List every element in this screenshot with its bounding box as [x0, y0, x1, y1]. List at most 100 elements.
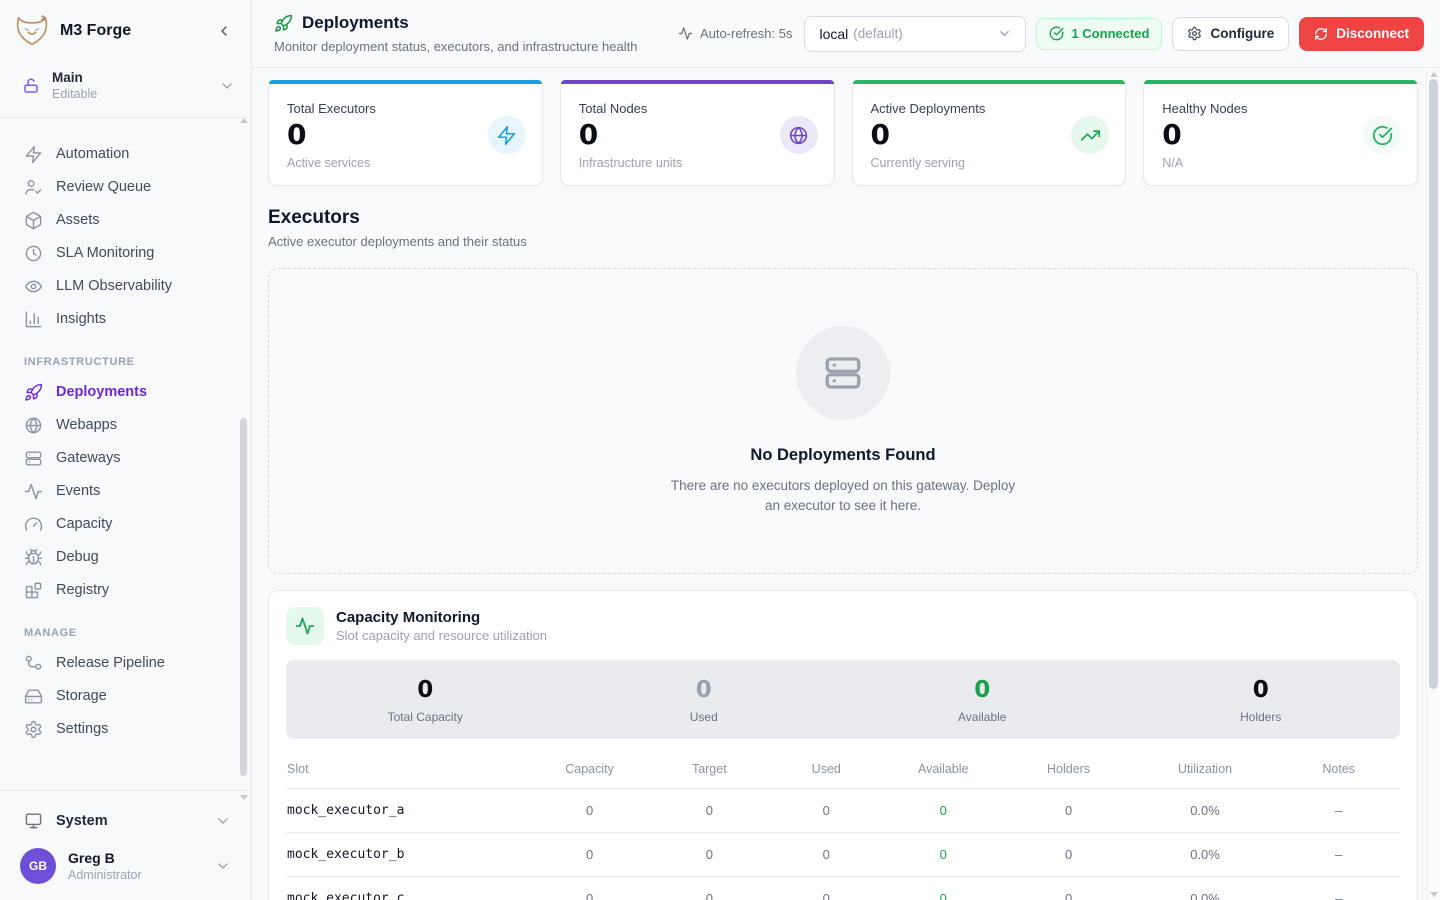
- capacity-stats: 0 Total Capacity 0 Used 0 Available 0 Ho…: [286, 660, 1400, 739]
- main-content: Total Executors 0 Active services Total …: [252, 68, 1440, 900]
- page-header: Deployments Monitor deployment status, e…: [252, 0, 1440, 68]
- cell-slot: mock_executor_c: [286, 877, 531, 900]
- stat-label: Total Capacity: [286, 710, 565, 724]
- stat-sub: N/A: [1162, 156, 1399, 170]
- eye-icon: [24, 277, 43, 296]
- cell-available: 0: [882, 877, 1005, 900]
- sidebar-item-label: Review Queue: [56, 179, 151, 195]
- sidebar-scrollbar[interactable]: [240, 118, 248, 800]
- scroll-up-arrow[interactable]: [1430, 72, 1438, 77]
- connected-badge-label: 1 Connected: [1071, 26, 1149, 41]
- sidebar-collapse-button[interactable]: [213, 20, 235, 42]
- sidebar-item-settings[interactable]: Settings: [0, 713, 251, 746]
- page-title: Deployments: [302, 12, 409, 35]
- workspace-name: Main: [52, 70, 219, 87]
- sidebar-item-registry[interactable]: Registry: [0, 574, 251, 607]
- pipeline-icon: [24, 654, 43, 673]
- main-scrollbar[interactable]: [1426, 69, 1440, 900]
- sidebar-item-assets[interactable]: Assets: [0, 204, 251, 237]
- stat-sub: Active services: [287, 156, 524, 170]
- sidebar-item-label: Webapps: [56, 417, 117, 433]
- table-row: mock_executor_c000000.0%–: [286, 877, 1400, 900]
- gateway-select[interactable]: local (default): [804, 16, 1026, 52]
- workspace-status: Editable: [52, 87, 219, 103]
- gateway-select-suffix: (default): [853, 26, 997, 41]
- sidebar-item-capacity[interactable]: Capacity: [0, 508, 251, 541]
- gauge-icon: [24, 515, 43, 534]
- sidebar-section-manage: MANAGE: [0, 607, 251, 647]
- user-labels: Greg B Administrator: [68, 849, 215, 883]
- sidebar-item-label: Insights: [56, 311, 106, 327]
- system-label: System: [56, 813, 108, 829]
- sidebar-item-label: LLM Observability: [56, 278, 172, 294]
- sidebar-item-label: Registry: [56, 582, 109, 598]
- stat-sub: Infrastructure units: [579, 156, 816, 170]
- sidebar-item-debug[interactable]: Debug: [0, 541, 251, 574]
- scrollbar-thumb[interactable]: [1429, 79, 1438, 689]
- capacity-header: Capacity Monitoring Slot capacity and re…: [286, 607, 1400, 645]
- globe-icon: [780, 116, 818, 154]
- connected-status-badge: 1 Connected: [1036, 18, 1162, 50]
- stat-label: Active Deployments: [871, 101, 1108, 116]
- configure-button[interactable]: Configure: [1172, 17, 1289, 51]
- sidebar-item-review-queue[interactable]: Review Queue: [0, 171, 251, 204]
- capacity-monitoring-card: Capacity Monitoring Slot capacity and re…: [268, 590, 1418, 900]
- stat-label: Holders: [1122, 710, 1401, 724]
- stat-card-healthy-nodes: Healthy Nodes 0 N/A: [1143, 80, 1418, 186]
- cell-holders: 0: [1005, 789, 1133, 833]
- cell-holders: 0: [1005, 833, 1133, 877]
- scroll-down-arrow[interactable]: [1430, 892, 1438, 897]
- cell-target: 0: [648, 877, 771, 900]
- refresh-icon: [1314, 27, 1328, 41]
- server-icon: [796, 326, 890, 420]
- sidebar-item-release-pipeline[interactable]: Release Pipeline: [0, 647, 251, 680]
- sidebar-item-deployments[interactable]: Deployments: [0, 376, 251, 409]
- cell-utilization: 0.0%: [1133, 877, 1278, 900]
- capacity-table: SlotCapacityTargetUsedAvailableHoldersUt…: [286, 749, 1400, 900]
- sidebar-item-llm-observability[interactable]: LLM Observability: [0, 270, 251, 303]
- sidebar-item-automation[interactable]: Automation: [0, 138, 251, 171]
- column-header-capacity: Capacity: [531, 749, 648, 789]
- sidebar-item-events[interactable]: Events: [0, 475, 251, 508]
- sidebar-item-system[interactable]: System: [0, 801, 251, 840]
- column-header-slot: Slot: [286, 749, 531, 789]
- auto-refresh-label: Auto-refresh: 5s: [700, 26, 793, 41]
- gateway-select-value: local: [819, 26, 848, 42]
- settings-icon: [24, 720, 43, 739]
- sidebar-item-webapps[interactable]: Webapps: [0, 409, 251, 442]
- server-icon: [24, 449, 43, 468]
- activity-icon: [286, 607, 324, 645]
- workspace-switcher[interactable]: Main Editable: [0, 60, 251, 118]
- app-root: 3 M3 Forge Main Editable AutomationRevie…: [0, 0, 1440, 900]
- gear-icon: [1187, 26, 1202, 41]
- scroll-down-arrow[interactable]: [240, 795, 248, 800]
- disconnect-button[interactable]: Disconnect: [1299, 17, 1424, 51]
- rocket-icon: [274, 14, 293, 33]
- stat-label: Used: [565, 710, 844, 724]
- sidebar-item-gateways[interactable]: Gateways: [0, 442, 251, 475]
- sidebar-item-insights[interactable]: Insights: [0, 303, 251, 336]
- cell-available: 0: [882, 789, 1005, 833]
- sidebar-item-storage[interactable]: Storage: [0, 680, 251, 713]
- cell-notes: –: [1277, 789, 1400, 833]
- page-header-left: Deployments Monitor deployment status, e…: [274, 12, 637, 55]
- sidebar-item-label: Debug: [56, 549, 99, 565]
- sidebar-item-sla-monitoring[interactable]: SLA Monitoring: [0, 237, 251, 270]
- sidebar-nav: Automation Review Queue AssetsSLA Monitori…: [0, 118, 251, 791]
- monitor-icon: [24, 811, 43, 830]
- cell-notes: –: [1277, 833, 1400, 877]
- scroll-up-arrow[interactable]: [240, 118, 248, 123]
- sidebar-section-infrastructure: INFRASTRUCTURE: [0, 336, 251, 376]
- user-menu[interactable]: GB Greg B Administrator: [0, 840, 251, 888]
- hard-drive-icon: [24, 687, 43, 706]
- column-header-available: Available: [882, 749, 1005, 789]
- chevron-down-icon: [997, 26, 1013, 42]
- zap-icon: [24, 145, 43, 164]
- chevron-down-icon: [215, 813, 231, 829]
- cell-used: 0: [771, 789, 882, 833]
- clock-icon: [24, 244, 43, 263]
- table-header-row: SlotCapacityTargetUsedAvailableHoldersUt…: [286, 749, 1400, 789]
- sidebar-footer: System GB Greg B Administrator: [0, 790, 251, 900]
- scrollbar-thumb[interactable]: [240, 418, 247, 776]
- stat-label: Total Executors: [287, 101, 524, 116]
